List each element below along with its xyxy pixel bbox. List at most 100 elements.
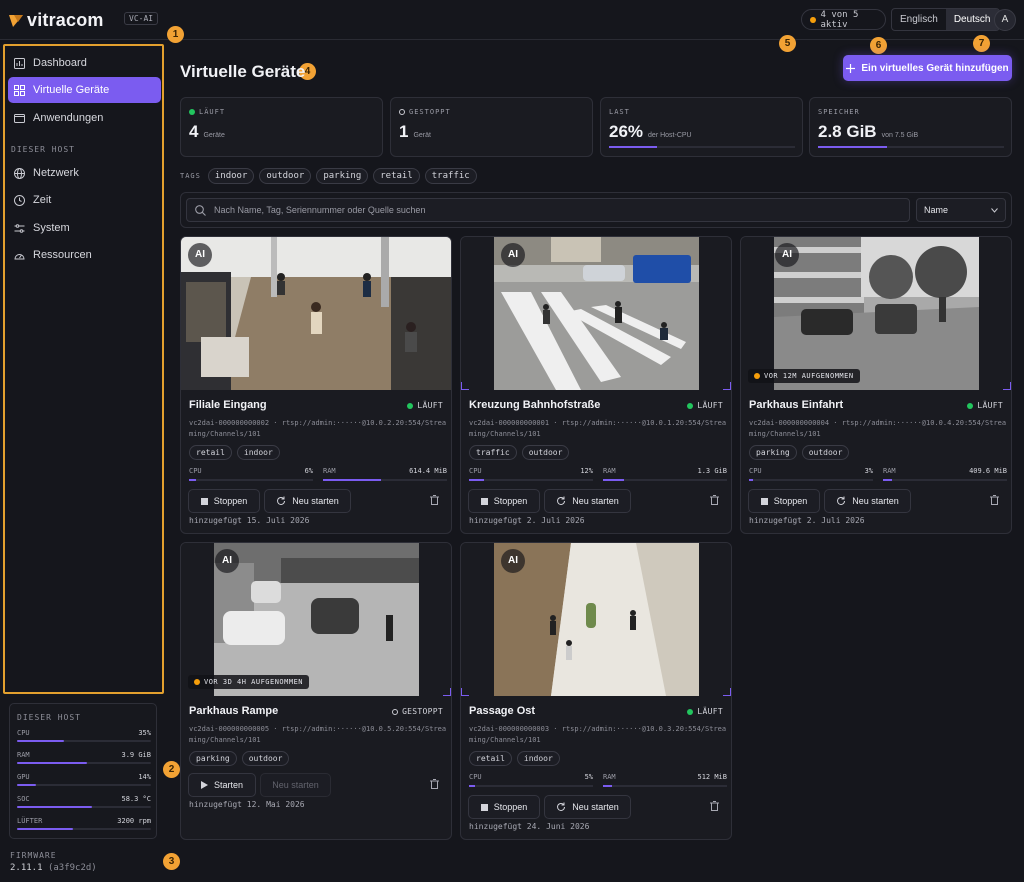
cpu-bar	[469, 479, 484, 481]
cpu-bar	[189, 479, 197, 481]
camera-thumbnail[interactable]: AI	[461, 543, 731, 696]
camera-thumbnail[interactable]: AI VOR 12M AUFGENOMMEN	[741, 237, 1011, 390]
sidebar-item-applications[interactable]: Anwendungen	[8, 105, 161, 131]
status-dot-icon	[810, 16, 816, 23]
tag-chip-retail[interactable]: retail	[373, 168, 420, 184]
restart-button[interactable]: Neu starten	[824, 489, 911, 513]
stop-icon	[480, 803, 488, 811]
stop-button[interactable]: Stoppen	[468, 795, 540, 819]
sidebar-item-resources[interactable]: Ressourcen	[8, 242, 161, 268]
camera-thumbnail[interactable]: AI	[461, 237, 731, 390]
sidebar-item-label: Zeit	[33, 194, 52, 206]
sidebar-item-label: System	[33, 222, 70, 234]
sidebar-item-dashboard[interactable]: Dashboard	[8, 50, 161, 76]
ai-badge: AI	[775, 243, 799, 267]
ram-label: RAM	[603, 773, 616, 781]
status-badge: GESTOPPT	[392, 707, 443, 716]
device-tag: outdoor	[801, 445, 850, 460]
gauge-icon	[14, 253, 25, 259]
device-source: vc2dai-000000000003 · rtsp://admin:·····…	[469, 725, 727, 744]
bar-chart-icon	[14, 57, 25, 69]
stop-button[interactable]: Stoppen	[468, 489, 540, 513]
language-option-german[interactable]: Deutsch	[945, 9, 999, 30]
sidebar-item-system[interactable]: System	[8, 215, 161, 241]
device-card[interactable]: AI Filiale Eingang LÄUFT vc2dai-00000000…	[180, 236, 452, 534]
stat-sub: der Host-CPU	[648, 132, 692, 139]
tag-chip-parking[interactable]: parking	[316, 168, 369, 184]
device-card[interactable]: AI Passage Ost LÄUFT vc2dai-000000000003…	[460, 542, 732, 840]
marker-1: 1	[167, 26, 184, 43]
marker-2: 2	[163, 761, 180, 778]
tag-chip-indoor[interactable]: indoor	[207, 168, 255, 184]
restart-button[interactable]: Neu starten	[544, 489, 631, 513]
recording-dot-icon	[754, 373, 760, 379]
stat-value: 1	[399, 122, 409, 141]
stop-button[interactable]: Stoppen	[188, 489, 260, 513]
ram-value: 1.3 GiB	[697, 467, 727, 475]
ram-label: RAM	[323, 467, 336, 475]
restart-button[interactable]: Neu starten	[264, 489, 351, 513]
device-name: Kreuzung Bahnhofstraße	[469, 399, 601, 411]
add-device-button[interactable]: Ein virtuelles Gerät hinzufügen	[843, 55, 1012, 81]
sidebar-item-time[interactable]: Zeit	[8, 187, 161, 213]
added-date: hinzugefügt 24. Juni 2026	[469, 822, 590, 831]
stat-sub: Geräte	[203, 132, 225, 139]
stop-icon	[200, 497, 208, 505]
status-badge: LÄUFT	[967, 401, 1003, 410]
added-date: hinzugefügt 2. Juli 2026	[469, 516, 585, 525]
trash-icon[interactable]	[430, 779, 439, 789]
product-badge: VC-AI	[124, 12, 159, 25]
ai-badge: AI	[501, 549, 525, 573]
device-card[interactable]: AI VOR 3D 4H AUFGENOMMEN Parkhaus Rampe …	[180, 542, 452, 840]
sidebar: Dashboard Virtuelle Geräte Anwendungen D…	[3, 44, 164, 694]
device-source: vc2dai-000000000005 · rtsp://admin:·····…	[189, 725, 447, 744]
cpu-value: 3%	[864, 467, 873, 475]
logo[interactable]: vitracom	[9, 10, 104, 31]
stat-running: LÄUFT 4 Geräte	[180, 97, 383, 157]
tag-chip-traffic[interactable]: traffic	[424, 168, 477, 184]
trash-icon[interactable]	[990, 495, 999, 505]
language-option-english[interactable]: Englisch	[892, 9, 946, 30]
frame-corner	[723, 688, 731, 696]
cpu-value: 6%	[304, 467, 313, 475]
search-input[interactable]	[214, 205, 894, 215]
avatar[interactable]: A	[994, 9, 1016, 31]
ram-bar	[603, 479, 625, 481]
sort-select[interactable]: Name	[916, 198, 1006, 222]
status-badge: LÄUFT	[687, 401, 723, 410]
frame-corner	[443, 688, 451, 696]
device-card[interactable]: AI VOR 12M AUFGENOMMEN Parkhaus Einfahrt…	[740, 236, 1012, 534]
chevron-down-icon	[991, 207, 998, 213]
trash-icon[interactable]	[710, 495, 719, 505]
sidebar-item-label: Ressourcen	[33, 249, 92, 261]
trash-icon[interactable]	[430, 495, 439, 505]
status-badge: LÄUFT	[407, 401, 443, 410]
stop-button[interactable]: Stoppen	[748, 489, 820, 513]
status-badge: LÄUFT	[687, 707, 723, 716]
camera-thumbnail[interactable]: AI	[181, 237, 451, 390]
sidebar-item-label: Anwendungen	[33, 112, 104, 124]
trash-icon[interactable]	[710, 801, 719, 811]
device-tag: parking	[189, 751, 237, 766]
ram-value: 512 MiB	[697, 773, 727, 781]
cpu-value: 5%	[584, 773, 593, 781]
tag-chip-outdoor[interactable]: outdoor	[259, 168, 312, 184]
grid-icon	[14, 84, 25, 96]
sidebar-item-network[interactable]: Netzwerk	[8, 160, 161, 186]
host-stat-label: SOC	[17, 795, 30, 803]
host-stats-panel: DIESER HOST CPU 35% RAM 3.9 GiB GPU 14% …	[9, 703, 157, 839]
host-stat-label: CPU	[17, 729, 30, 737]
marker-3: 3	[163, 853, 180, 870]
start-button[interactable]: Starten	[188, 773, 256, 797]
sidebar-item-virtual-devices[interactable]: Virtuelle Geräte	[8, 77, 161, 103]
frame-corner	[461, 382, 469, 390]
green-dot-icon	[407, 402, 414, 409]
refresh-icon	[557, 496, 566, 505]
device-card[interactable]: AI Kreuzung Bahnhofstraße LÄUFT vc2dai-0…	[460, 236, 732, 534]
device-tag: parking	[749, 445, 797, 460]
stat-label: LÄUFT	[199, 108, 226, 116]
sidebar-item-label: Netzwerk	[33, 167, 79, 179]
active-devices-pill[interactable]: 4 von 5 aktiv	[801, 9, 886, 30]
restart-button[interactable]: Neu starten	[544, 795, 631, 819]
camera-thumbnail[interactable]: AI VOR 3D 4H AUFGENOMMEN	[181, 543, 451, 696]
